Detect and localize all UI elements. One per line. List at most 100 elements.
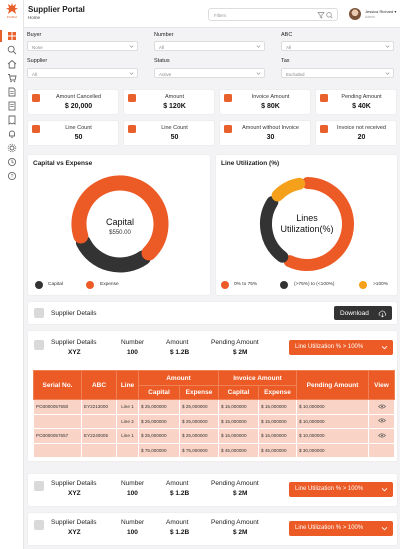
kpi-invoice-not-received[interactable]: Invoice not received 20 <box>315 120 397 146</box>
chevron-down-icon <box>385 72 390 75</box>
invoice-icon <box>224 94 232 102</box>
eye-icon[interactable] <box>377 418 386 423</box>
kpi-value: 20 <box>357 134 366 141</box>
amount-value: $ 1.2B <box>170 349 190 356</box>
status-select[interactable]: Active <box>154 68 265 78</box>
pending-value: $ 2M <box>233 529 248 536</box>
company-logo[interactable]: Pridhvi <box>3 3 21 21</box>
kpi-line-count[interactable]: Line Count 50 <box>27 120 119 146</box>
line-utilization-filter-button[interactable]: Line Utilization % > 100% <box>289 482 393 497</box>
download-button[interactable]: Download <box>334 306 392 320</box>
col-view: View <box>368 370 396 400</box>
kpi-line-count-2[interactable]: Line Count 50 <box>123 120 215 146</box>
kpi-label: Pending Amount <box>341 94 382 100</box>
search-icon[interactable] <box>7 45 17 55</box>
row-checkbox[interactable] <box>34 340 44 350</box>
cart-icon[interactable] <box>7 73 17 83</box>
table-cell <box>81 413 117 429</box>
kpi-amount-without-invoice[interactable]: Amount without Invoice 30 <box>219 120 311 146</box>
col-line: Line <box>116 370 139 400</box>
user-name[interactable]: Jessica Richard ▾ <box>365 9 396 14</box>
kpi-label: Amount without Invoice <box>242 125 299 131</box>
line-utilization-filter-button[interactable]: Line Utilization % > 100% <box>289 340 393 355</box>
supplier-select[interactable]: All <box>27 68 138 78</box>
filter-panel: Buyer None Number All ABC All Supplier A… <box>24 28 400 83</box>
button-label: Line Utilization % > 100% <box>295 344 364 350</box>
label-amount: Amount <box>166 339 189 346</box>
line-utilization-filter-button[interactable]: Line Utilization % > 100% <box>289 521 393 536</box>
status-label: Status <box>154 58 170 64</box>
sidebar-item-home[interactable] <box>0 30 24 42</box>
donut-slice-capital[interactable] <box>75 235 152 273</box>
home-icon[interactable] <box>7 59 17 69</box>
receipt-icon <box>320 125 328 133</box>
subcol-invoice-capital: Capital <box>218 385 259 400</box>
download-label: Download <box>340 309 369 317</box>
supplier-value: XYZ <box>68 349 81 356</box>
cloud-download-icon <box>378 310 387 317</box>
kpi-value: 50 <box>74 134 83 141</box>
eye-icon[interactable] <box>377 433 386 438</box>
kpi-pending-amount[interactable]: Pending Amount $ 40K <box>315 89 397 115</box>
col-pending-amount: Pending Amount <box>296 370 370 400</box>
col-invoice-amount: Invoice Amount <box>217 370 298 386</box>
document-icon[interactable] <box>7 87 17 97</box>
filter-search-input[interactable]: Filters <box>208 8 338 21</box>
status-value: Active <box>159 71 172 77</box>
clock-icon[interactable] <box>7 157 17 167</box>
label-pending-amount: Pending Amount <box>211 339 259 346</box>
svg-text:?: ? <box>11 174 14 180</box>
supplier-label: Supplier <box>27 58 48 64</box>
number-select[interactable]: All <box>154 41 265 51</box>
donut-slice-100[interactable] <box>271 177 306 202</box>
breadcrumb[interactable]: Home <box>28 15 40 20</box>
donut-center-value: $550.00 <box>109 230 131 236</box>
chevron-down-icon <box>381 526 388 531</box>
label-supplier-details: Supplier Details <box>51 339 97 346</box>
tax-select[interactable]: Excluded <box>281 68 394 78</box>
abc-select[interactable]: All <box>281 41 394 51</box>
kpi-label: Line Count <box>161 125 188 131</box>
grid-icon <box>8 32 16 40</box>
table-cell: Line 1 <box>116 428 139 444</box>
buyer-select[interactable]: None <box>27 41 138 51</box>
buyer-label: Buyer <box>27 32 42 38</box>
pending-icon <box>320 94 328 102</box>
filter-icon[interactable] <box>317 11 333 19</box>
cancel-icon <box>32 94 40 102</box>
pending-value: $ 2M <box>233 490 248 497</box>
row-checkbox[interactable] <box>34 520 44 530</box>
select-all-checkbox[interactable] <box>34 308 44 318</box>
chart-title: Line Utilization (%) <box>221 160 280 167</box>
abc-value: All <box>286 44 292 50</box>
bell-icon[interactable] <box>7 129 17 139</box>
col-serial-no: Serial No. <box>33 370 82 400</box>
table-cell: PO3000057657 <box>33 428 82 444</box>
chart-title: Capital vs Expense <box>33 160 93 167</box>
receipt-icon[interactable] <box>7 115 17 125</box>
header: Supplier Portal Home Filters Jessica Ric… <box>24 0 400 28</box>
kpi-amount[interactable]: Amount $ 120K <box>123 89 215 115</box>
invoice-icon[interactable] <box>7 101 17 111</box>
avatar[interactable] <box>349 8 361 20</box>
chevron-down-icon <box>385 45 390 48</box>
user-role: Admin <box>365 15 375 19</box>
chevron-down-icon <box>129 72 134 75</box>
kpi-amount-cancelled[interactable]: Amount Cancelled $ 20,000 <box>27 89 119 115</box>
sidebar: Pridhvi ? <box>0 0 24 549</box>
kpi-invoice-amount[interactable]: Invoice Amount $ 80K <box>219 89 311 115</box>
eye-icon[interactable] <box>377 404 386 409</box>
label-number: Number <box>121 480 145 487</box>
view-cell <box>368 413 396 429</box>
button-label: Line Utilization % > 100% <box>295 486 364 492</box>
table-cell: $ 25,000000 <box>138 399 180 415</box>
legend-dot-low <box>221 281 229 289</box>
settings-icon[interactable] <box>7 143 17 153</box>
table-cell: Line 1 <box>116 399 139 415</box>
donut-center-label: Capital <box>105 217 134 227</box>
help-icon[interactable]: ? <box>7 171 17 181</box>
number-value: 100 <box>127 349 138 356</box>
number-label: Number <box>154 32 174 38</box>
col-amount: Amount <box>138 370 219 386</box>
row-checkbox[interactable] <box>34 481 44 491</box>
